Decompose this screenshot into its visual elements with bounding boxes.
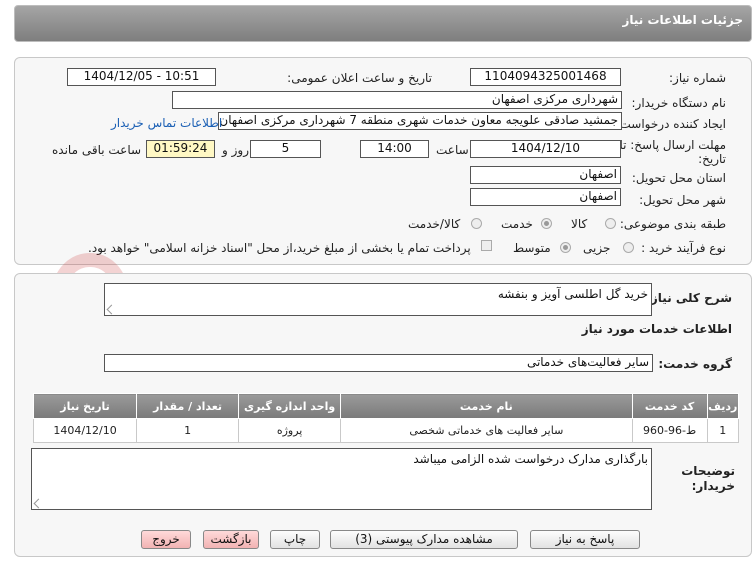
- buyer-notes-label-2: خریدار:: [691, 479, 735, 493]
- category-option-goods-label: کالا: [571, 217, 588, 231]
- col-row: ردیف: [706, 393, 740, 419]
- category-option-both-radio[interactable]: [471, 218, 482, 229]
- col-service-name: نام خدمت: [340, 393, 633, 419]
- treasury-payment-checkbox[interactable]: [481, 240, 492, 251]
- page-title: جزئیات اطلاعات نیاز: [622, 13, 743, 27]
- buyer-notes-label: توضیحات: [681, 464, 735, 478]
- province-field: اصفهان: [470, 166, 621, 184]
- process-option-minor-radio[interactable]: [623, 242, 634, 253]
- category-option-both-label: کالا/خدمت: [408, 217, 461, 231]
- summary-value: خرید گل اطلسی آویز و بنفشه: [497, 287, 648, 301]
- buyer-contact-link[interactable]: اطلاعات تماس خریدار: [111, 116, 222, 130]
- print-button[interactable]: چاپ: [270, 530, 320, 549]
- category-option-goods-radio[interactable]: [605, 218, 616, 229]
- category-option-service-radio[interactable]: [541, 218, 552, 229]
- remaining-time-label: ساعت باقی مانده: [52, 143, 142, 157]
- col-need-date: تاریخ نیاز: [32, 393, 138, 419]
- service-group-label: گروه خدمت:: [658, 357, 732, 371]
- deadline-label: مهلت ارسال پاسخ: تا: [619, 138, 726, 152]
- process-option-medium-label: متوسط: [513, 241, 551, 255]
- deadline-date-field: 1404/12/10: [470, 140, 621, 158]
- col-quantity: تعداد / مقدار: [136, 393, 240, 419]
- buyer-notes-value: بارگذاری مدارک درخواست شده الزامی میباشد: [413, 452, 648, 466]
- process-option-medium-radio[interactable]: [560, 242, 571, 253]
- service-group-field: سایر فعالیت‌های خدماتی: [104, 354, 653, 372]
- city-label: شهر محل تحویل:: [639, 193, 726, 207]
- process-option-minor-label: جزیی: [583, 241, 611, 255]
- province-label: استان محل تحویل:: [631, 171, 726, 185]
- deadline-date-label: تاریخ:: [698, 152, 726, 166]
- category-option-service-label: خدمت: [501, 217, 533, 231]
- category-label: طبقه بندی موضوعی:: [619, 217, 726, 231]
- col-service-code: کد خدمت: [631, 393, 708, 419]
- buyer-org-label: نام دستگاه خریدار:: [631, 96, 727, 110]
- treasury-payment-note: پرداخت تمام یا بخشی از مبلغ خرید،از محل …: [88, 241, 471, 255]
- exit-button[interactable]: خروج: [141, 530, 191, 549]
- need-number-label: شماره نیاز:: [669, 71, 726, 85]
- services-table: ردیف کد خدمت نام خدمت واحد اندازه گیری ت…: [32, 393, 740, 443]
- back-button[interactable]: بازگشت: [203, 530, 259, 549]
- announce-label: تاریخ و ساعت اعلان عمومی:: [287, 71, 432, 85]
- buyer-notes-field: بارگذاری مدارک درخواست شده الزامی میباشد: [31, 448, 652, 510]
- reply-button[interactable]: پاسخ به نیاز: [530, 530, 640, 549]
- days-label: روز و: [222, 143, 249, 157]
- summary-field: خرید گل اطلسی آویز و بنفشه: [104, 283, 652, 316]
- cell-need-date: 1404/12/10: [32, 418, 138, 443]
- summary-label: شرح کلی نیاز:: [646, 291, 732, 305]
- cell-quantity: 1: [136, 418, 240, 443]
- view-attachments-button[interactable]: مشاهده مدارک پیوستی (3): [330, 530, 518, 549]
- cell-service-name: سایر فعالیت های خدماتی شخصی: [340, 418, 633, 443]
- cell-row: 1: [706, 418, 740, 443]
- city-field: اصفهان: [470, 188, 621, 206]
- cell-unit: پروژه: [238, 418, 342, 443]
- table-row[interactable]: 1 ط-96-960 سایر فعالیت های خدماتی شخصی پ…: [32, 418, 740, 443]
- process-label: نوع فرآیند خرید :: [641, 241, 726, 255]
- deadline-time-label: ساعت: [436, 143, 469, 157]
- details-panel: [14, 57, 752, 265]
- remaining-time-field: 01:59:24: [146, 140, 215, 158]
- col-unit: واحد اندازه گیری: [238, 393, 342, 419]
- creator-field: جمشید صادقی علویجه معاون خدمات شهری منطق…: [218, 112, 622, 130]
- cell-service-code: ط-96-960: [631, 418, 708, 443]
- buyer-org-field: شهرداری مرکزی اصفهان: [172, 91, 622, 109]
- announce-datetime-field: 1404/12/05 - 10:51: [67, 68, 216, 86]
- deadline-time-field: 14:00: [360, 140, 429, 158]
- need-number-field: 1104094325001468: [470, 68, 621, 86]
- table-header-row: ردیف کد خدمت نام خدمت واحد اندازه گیری ت…: [32, 393, 740, 419]
- services-section-title: اطلاعات خدمات مورد نیاز: [581, 322, 732, 336]
- creator-label: ایجاد کننده درخواست:: [615, 117, 726, 131]
- days-field: 5: [250, 140, 321, 158]
